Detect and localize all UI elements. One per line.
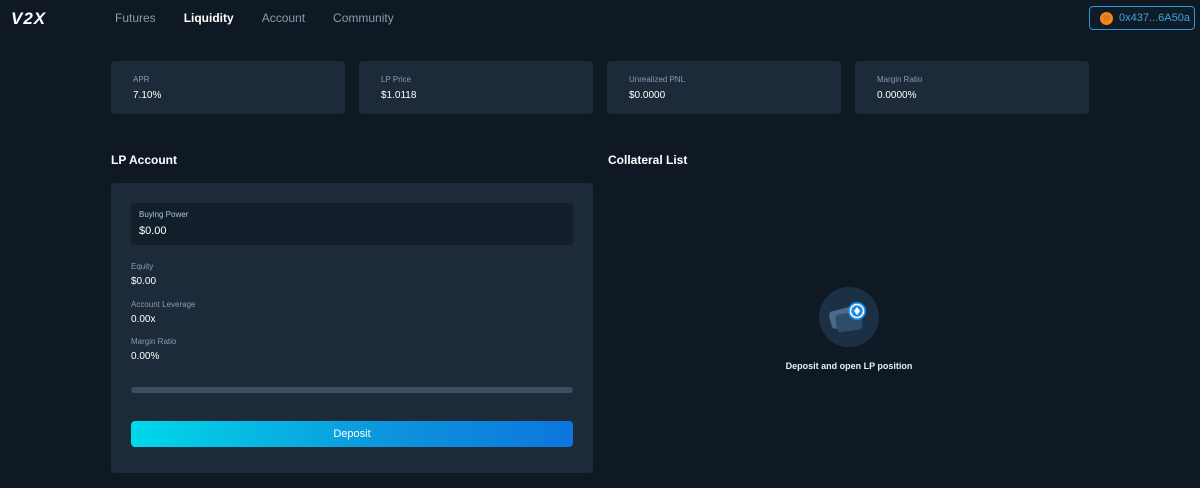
main-nav: Futures Liquidity Account Community [115, 11, 422, 25]
collateral-empty-message: Deposit and open LP position [785, 361, 913, 371]
nav-account[interactable]: Account [262, 11, 305, 25]
stat-label: APR [133, 75, 150, 84]
account-leverage-value: 0.00x [131, 314, 156, 325]
account-leverage-label: Account Leverage [131, 300, 196, 309]
buying-power-value: $0.00 [139, 225, 167, 237]
stat-value: 7.10% [133, 90, 162, 101]
margin-ratio-label: Margin Ratio [131, 337, 177, 346]
stat-label: Margin Ratio [877, 75, 923, 84]
stat-value: $1.0118 [381, 90, 417, 101]
top-header: V2X Futures Liquidity Account Community … [0, 0, 1200, 36]
margin-progress-bar [131, 387, 573, 393]
wallet-coin-icon [819, 287, 879, 347]
equity-label: Equity [131, 262, 154, 271]
deposit-button[interactable]: Deposit [131, 421, 573, 447]
stat-card-apr: APR 7.10% [111, 61, 345, 114]
stat-card-unrealized-pnl: Unrealized PNL $0.0000 [607, 61, 841, 114]
margin-ratio-field: Margin Ratio 0.00% [131, 337, 176, 362]
wallet-address: 0x437...6A50a [1119, 12, 1190, 24]
collateral-list-title: Collateral List [608, 153, 688, 167]
buying-power-box: Buying Power $0.00 [131, 203, 573, 245]
account-leverage-field: Account Leverage 0.00x [131, 300, 196, 325]
lp-account-title: LP Account [111, 153, 178, 167]
lp-account-panel: Buying Power $0.00 Equity $0.00 Account … [111, 183, 593, 473]
nav-community[interactable]: Community [333, 11, 394, 25]
margin-ratio-value: 0.00% [131, 351, 160, 362]
stat-card-margin-ratio: Margin Ratio 0.0000% [855, 61, 1089, 114]
stat-label: Unrealized PNL [629, 75, 686, 84]
stat-value: $0.0000 [629, 90, 666, 101]
stat-value: 0.0000% [877, 90, 917, 101]
stat-card-lp-price: LP Price $1.0118 [359, 61, 593, 114]
buying-power-label: Buying Power [139, 210, 189, 219]
nav-liquidity[interactable]: Liquidity [184, 11, 234, 25]
equity-value: $0.00 [131, 276, 157, 287]
stat-label: LP Price [381, 75, 412, 84]
app-logo[interactable]: V2X [11, 9, 46, 29]
equity-field: Equity $0.00 [131, 262, 156, 287]
nav-futures[interactable]: Futures [115, 11, 156, 25]
wallet-button[interactable]: 0x437...6A50a [1089, 6, 1195, 30]
metamask-fox-icon [1100, 11, 1113, 25]
